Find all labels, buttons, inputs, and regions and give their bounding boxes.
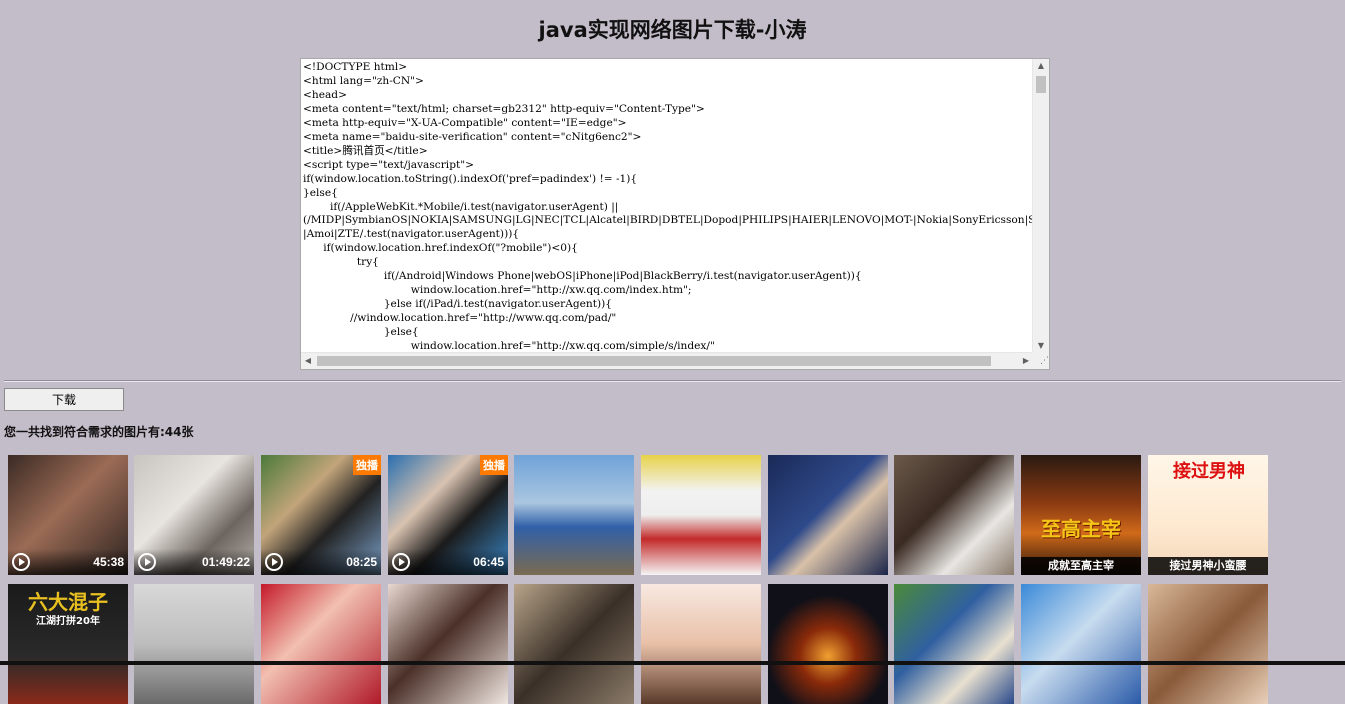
play-icon <box>265 553 283 571</box>
image-thumbnail-18[interactable] <box>894 584 1014 704</box>
image-thumbnail-4[interactable]: 独播 06:45 <box>388 455 508 575</box>
scroll-up-arrow-icon[interactable]: ▲ <box>1033 59 1049 73</box>
download-button[interactable]: 下载 <box>4 388 124 411</box>
exclusive-badge: 独播 <box>480 455 508 475</box>
play-icon <box>392 553 410 571</box>
image-thumbnail-6[interactable] <box>641 455 761 575</box>
image-count-text: 您一共找到符合需求的图片有:44张 <box>4 425 194 439</box>
image-thumbnail-15[interactable] <box>514 584 634 704</box>
exclusive-badge: 独播 <box>353 455 381 475</box>
image-thumbnail-19[interactable] <box>1021 584 1141 704</box>
image-thumbnail-8[interactable] <box>894 455 1014 575</box>
image-caption: 接过男神小蛮腰 <box>1148 557 1268 575</box>
artwork-title: 至高主宰 <box>1041 517 1121 541</box>
image-thumbnail-11[interactable]: 六大混子 江湖打拼20年 <box>8 584 128 704</box>
vertical-scroll-thumb[interactable] <box>1036 76 1046 93</box>
image-thumbnail-20[interactable] <box>1148 584 1268 704</box>
image-thumbnail-9[interactable]: 至高主宰 成就至高主宰 <box>1021 455 1141 575</box>
resize-grip-icon[interactable]: ⋰ <box>1033 353 1049 369</box>
html-source-textarea[interactable]: <!DOCTYPE html> <html lang="zh-CN"> <hea… <box>300 58 1050 370</box>
video-duration: 01:49:22 <box>201 555 250 569</box>
divider <box>4 380 1341 382</box>
video-duration: 06:45 <box>473 555 504 569</box>
play-icon <box>138 553 156 571</box>
poster-title: 六大混子 <box>28 590 108 614</box>
scroll-right-arrow-icon[interactable]: ▶ <box>1019 353 1033 369</box>
image-thumbnail-2[interactable]: 01:49:22 <box>134 455 254 575</box>
image-thumbnail-14[interactable] <box>388 584 508 704</box>
scroll-left-arrow-icon[interactable]: ◀ <box>301 353 315 369</box>
video-duration: 45:38 <box>93 555 124 569</box>
image-thumbnail-12[interactable] <box>134 584 254 704</box>
image-thumbnail-17[interactable] <box>768 584 888 704</box>
horizontal-scrollbar[interactable]: ◀ ▶ <box>301 352 1033 369</box>
scroll-down-arrow-icon[interactable]: ▼ <box>1033 339 1049 353</box>
vertical-scrollbar[interactable]: ▲ ▼ <box>1032 59 1049 353</box>
video-duration: 08:25 <box>346 555 377 569</box>
page-title: java实现网络图片下载-小涛 <box>538 18 807 42</box>
horizontal-scroll-thumb[interactable] <box>317 356 991 366</box>
image-thumbnail-16[interactable] <box>641 584 761 704</box>
play-icon <box>12 553 30 571</box>
window-bottom-edge <box>0 661 1345 665</box>
comic-title: 接过男神 <box>1173 461 1245 482</box>
image-thumbnail-7[interactable] <box>768 455 888 575</box>
image-thumbnail-5[interactable] <box>514 455 634 575</box>
image-thumbnail-3[interactable]: 独播 08:25 <box>261 455 381 575</box>
poster-subtitle: 江湖打拼20年 <box>36 616 100 627</box>
html-source-text[interactable]: <!DOCTYPE html> <html lang="zh-CN"> <hea… <box>303 61 1033 353</box>
image-thumbnail-1[interactable]: 45:38 <box>8 455 128 575</box>
image-caption: 成就至高主宰 <box>1021 557 1141 575</box>
image-thumbnail-13[interactable] <box>261 584 381 704</box>
image-thumbnail-10[interactable]: 接过男神 接过男神小蛮腰 <box>1148 455 1268 575</box>
